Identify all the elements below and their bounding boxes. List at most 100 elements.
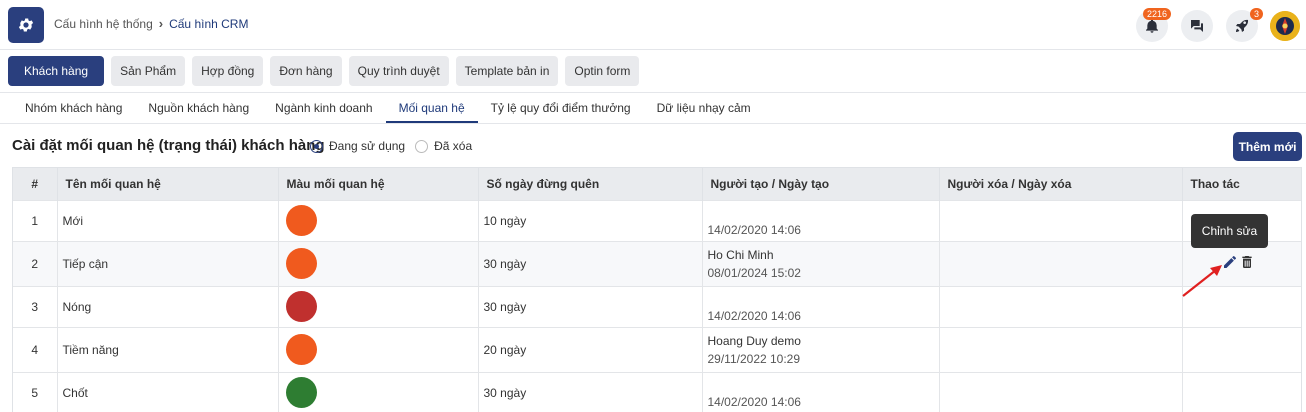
col-header-index: # [13, 168, 58, 200]
tab-don-hang[interactable]: Đơn hàng [270, 56, 342, 86]
avatar[interactable] [1270, 11, 1300, 41]
row-name: Nóng [57, 285, 279, 327]
subtab-nhom-khach-hang[interactable]: Nhóm khách hàng [12, 93, 135, 123]
chevron-right-icon: › [158, 16, 164, 31]
tab-quy-trinh-duyet[interactable]: Quy trình duyệt [348, 56, 449, 86]
row-color-cell [278, 285, 479, 327]
trash-icon[interactable] [1239, 254, 1255, 270]
table-row[interactable]: 2 Tiếp cận 30 ngày Ho Chi Minh 08/01/2024… [13, 240, 1301, 286]
notification-badge: 2216 [1143, 8, 1172, 20]
row-index: 5 [13, 371, 58, 412]
row-actions [1182, 371, 1301, 412]
color-swatch [285, 204, 317, 236]
breadcrumb: Cấu hình hệ thống › Cấu hình CRM [54, 16, 248, 31]
tab-khach-hang[interactable]: Khách hàng [8, 56, 105, 86]
row-creator: 14/02/2020 14:06 [702, 199, 940, 241]
row-name: Mới [57, 199, 279, 241]
row-index: 2 [13, 240, 58, 286]
col-header-days: Số ngày đừng quên [478, 168, 703, 200]
col-header-actions: Thao tác [1182, 168, 1301, 200]
tab-hop-dong[interactable]: Hợp đồng [192, 56, 264, 86]
col-header-name: Tên mối quan hệ [57, 168, 279, 200]
creator-name: Ho Chi Minh [707, 247, 774, 262]
radio-active[interactable]: Đang sử dụng [310, 139, 405, 153]
row-index: 4 [13, 326, 58, 372]
created-date: 29/11/2022 10:29 [707, 351, 801, 366]
color-swatch [285, 376, 317, 408]
row-days: 30 ngày [478, 285, 703, 327]
add-new-button[interactable]: Thêm mới [1233, 132, 1302, 161]
table-row[interactable]: 1 Mới 10 ngày 14/02/2020 14:06 [13, 199, 1301, 241]
row-days: 10 ngày [478, 199, 703, 241]
relationship-table: # Tên mối quan hệ Màu mối quan hệ Số ngà… [12, 167, 1302, 412]
radio-checked-icon[interactable] [310, 139, 323, 153]
radio-deleted-label: Đã xóa [434, 139, 473, 153]
subtab-moi-quan-he[interactable]: Mối quan hệ [385, 93, 478, 123]
color-swatch [285, 290, 317, 322]
breadcrumb-parent[interactable]: Cấu hình hệ thống [54, 17, 153, 31]
page-title: Cài đặt mối quan hệ (trạng thái) khách h… [12, 137, 325, 154]
subtab-du-lieu-nhay-cam[interactable]: Dữ liệu nhạy cảm [644, 93, 764, 123]
subtab-nganh-kinh-doanh[interactable]: Ngành kinh doanh [262, 93, 385, 123]
color-swatch [285, 333, 317, 365]
row-creator: 14/02/2020 14:06 [702, 285, 940, 327]
creator-name: Hoang Duy demo [707, 333, 801, 348]
table-row[interactable]: 3 Nóng 30 ngày 14/02/2020 14:06 [13, 285, 1301, 327]
row-color-cell [278, 240, 479, 286]
divider [0, 123, 1306, 124]
creator-name [708, 375, 939, 393]
created-date: 14/02/2020 14:06 [707, 308, 801, 323]
avatar-image [1270, 11, 1300, 41]
radio-unchecked-icon[interactable] [415, 139, 429, 153]
subtab-nguon-khach-hang[interactable]: Nguồn khách hàng [135, 93, 262, 123]
radio-deleted[interactable]: Đã xóa [415, 139, 472, 153]
creator-name [708, 203, 939, 221]
row-actions [1182, 326, 1301, 372]
chat-icon [1191, 20, 1203, 32]
chat-button[interactable] [1181, 10, 1213, 42]
created-date: 14/02/2020 14:06 [707, 222, 801, 237]
row-deleter [939, 285, 1183, 327]
rocket-badge: 3 [1250, 8, 1264, 20]
row-creator: Hoang Duy demo 29/11/2022 10:29 [702, 326, 940, 372]
col-header-creator: Người tạo / Ngày tạo [702, 168, 940, 200]
row-color-cell [278, 199, 479, 241]
app-menu-button[interactable] [8, 7, 44, 43]
edit-tooltip: Chỉnh sửa [1191, 214, 1268, 248]
top-bar: Cấu hình hệ thống › Cấu hình CRM 2216 3 [0, 0, 1306, 50]
row-name: Tiềm năng [57, 326, 279, 372]
col-header-deleter: Người xóa / Ngày xóa [939, 168, 1183, 200]
tab-template-ban-in[interactable]: Template bản in [455, 56, 559, 86]
gear-icon [18, 18, 34, 32]
row-deleter [939, 326, 1183, 372]
tab-san-pham[interactable]: Sản Phẩm [111, 56, 186, 86]
col-header-color: Màu mối quan hệ [278, 168, 479, 200]
created-date: 08/01/2024 15:02 [707, 265, 801, 280]
table-row[interactable]: 4 Tiềm năng 20 ngày Hoang Duy demo 29/11/… [13, 326, 1301, 372]
module-tabs: Khách hàng Sản Phẩm Hợp đồng Đơn hàng Qu… [8, 56, 640, 86]
creator-name [708, 289, 939, 307]
row-days: 30 ngày [478, 240, 703, 286]
color-swatch [285, 247, 317, 279]
row-creator: 14/02/2020 14:06 [702, 371, 940, 412]
row-creator: Ho Chi Minh 08/01/2024 15:02 [702, 240, 940, 286]
bell-icon [1146, 19, 1158, 33]
row-days: 30 ngày [478, 371, 703, 412]
row-color-cell [278, 371, 479, 412]
sub-tabs: Nhóm khách hàng Nguồn khách hàng Ngành k… [12, 93, 764, 123]
table-row[interactable]: 5 Chốt 30 ngày 14/02/2020 14:06 [13, 371, 1301, 412]
row-index: 3 [13, 285, 58, 327]
row-name: Chốt [57, 371, 279, 412]
tab-optin-form[interactable]: Optin form [565, 56, 640, 86]
subtab-ty-le-quy-doi[interactable]: Tỷ lệ quy đổi điểm thưởng [478, 93, 644, 123]
status-filter: Đang sử dụng Đã xóa [310, 139, 476, 153]
row-deleter [939, 240, 1183, 286]
row-days: 20 ngày [478, 326, 703, 372]
row-color-cell [278, 326, 479, 372]
radio-active-label: Đang sử dụng [329, 139, 406, 153]
annotation-arrow-icon [1182, 265, 1222, 297]
table-header-row: # Tên mối quan hệ Màu mối quan hệ Số ngà… [13, 168, 1301, 200]
breadcrumb-current: Cấu hình CRM [169, 16, 249, 31]
rocket-icon [1236, 19, 1249, 32]
row-name: Tiếp cận [57, 240, 279, 286]
